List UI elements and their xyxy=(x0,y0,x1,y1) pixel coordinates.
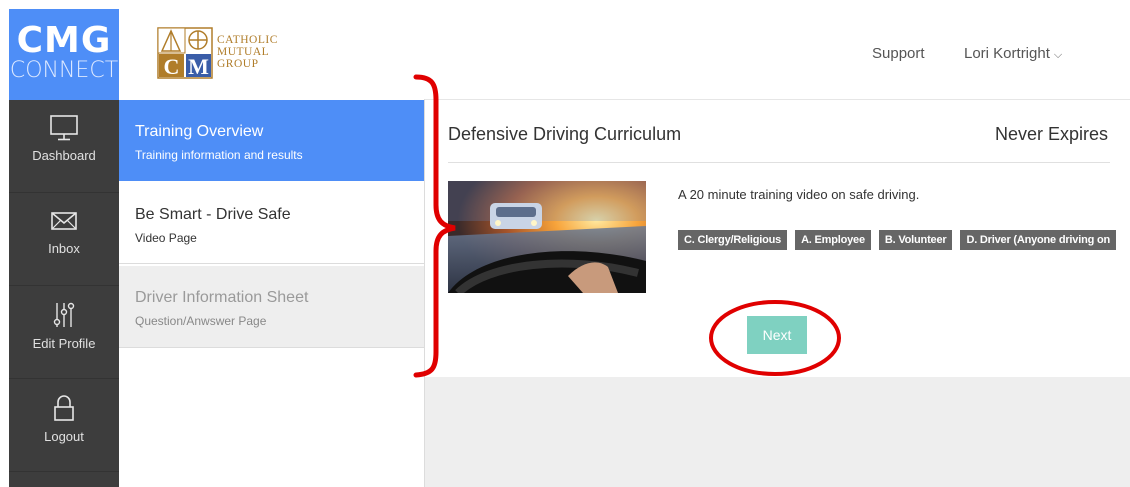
content-footer-area xyxy=(425,377,1130,487)
step-title: Driver Information Sheet xyxy=(135,289,309,306)
tag-clergy: C. Clergy/Religious xyxy=(678,230,788,250)
lock-icon xyxy=(54,395,74,421)
step-driver-information-sheet[interactable]: Driver Information Sheet Question/Anwswe… xyxy=(119,266,424,348)
brand-line2: CONNECT xyxy=(9,58,119,83)
tag-volunteer: B. Volunteer xyxy=(878,230,953,250)
step-training-overview[interactable]: Training Overview Training information a… xyxy=(119,100,424,181)
logo-line1: CATHOLIC xyxy=(217,34,278,46)
course-title: Defensive Driving Curriculum xyxy=(448,124,682,144)
sidebar-item-dashboard[interactable]: Dashboard xyxy=(9,100,119,193)
step-be-smart-drive-safe[interactable]: Be Smart - Drive Safe Video Page xyxy=(119,183,424,264)
monitor-icon xyxy=(50,115,78,141)
step-subtitle: Video Page xyxy=(135,231,197,245)
expiration-label: Never Expires xyxy=(994,124,1108,144)
user-name: Lori Kortright xyxy=(964,45,1050,62)
sidebar-item-label: Dashboard xyxy=(32,148,96,163)
step-title: Training Overview xyxy=(135,123,264,140)
cm-logo-mark: C M xyxy=(157,27,213,79)
header-divider xyxy=(424,99,1130,100)
next-button[interactable]: Next xyxy=(747,316,807,354)
sidebar-item-logout[interactable]: Logout xyxy=(9,379,119,472)
user-menu[interactable]: Lori Kortright ⌵ xyxy=(964,45,1062,62)
logo-line2: MUTUAL xyxy=(217,46,270,58)
catholic-mutual-logo: C M CATHOLIC MUTUAL GROUP xyxy=(157,27,307,81)
sliders-icon xyxy=(53,302,75,327)
sidebar-item-inbox[interactable]: Inbox xyxy=(9,193,119,286)
course-description: A 20 minute training video on safe drivi… xyxy=(678,187,920,202)
step-subtitle: Question/Anwswer Page xyxy=(135,314,267,328)
brand-line1: CMG xyxy=(16,20,112,61)
audience-tags: C. Clergy/Religious A. Employee B. Volunte… xyxy=(678,230,1130,250)
sidebar-item-label: Logout xyxy=(44,429,84,444)
tag-driver: D. Driver (Anyone driving on xyxy=(960,230,1116,250)
sidebar-item-edit-profile[interactable]: Edit Profile xyxy=(9,286,119,379)
step-subtitle: Training information and results xyxy=(135,148,303,162)
logo-letter-m: M xyxy=(188,54,209,79)
content-divider xyxy=(448,162,1110,163)
tag-employee: A. Employee xyxy=(795,230,871,250)
logo-letter-c: C xyxy=(164,54,180,79)
course-thumbnail xyxy=(448,181,646,293)
support-link[interactable]: Support xyxy=(872,45,925,62)
envelope-icon xyxy=(51,212,77,230)
sidebar-item-label: Edit Profile xyxy=(32,336,96,351)
step-title: Be Smart - Drive Safe xyxy=(135,206,291,223)
logo-line3: GROUP xyxy=(217,58,259,70)
brand-logo[interactable]: CMG CONNECT xyxy=(9,9,119,100)
chevron-down-icon: ⌵ xyxy=(1053,49,1063,61)
sidebar-item-label: Inbox xyxy=(48,241,80,256)
